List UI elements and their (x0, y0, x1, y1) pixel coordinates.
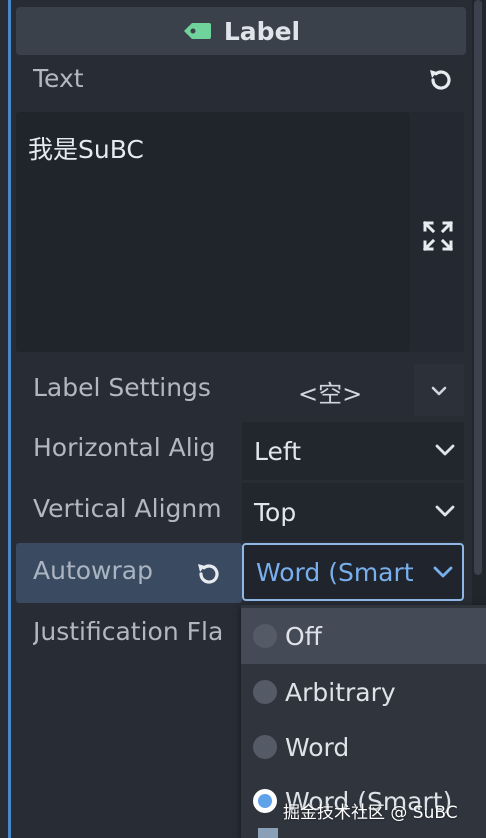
horizontal-alignment-value: Left (254, 436, 302, 466)
text-editor[interactable]: 我是SuBC (16, 112, 410, 352)
autowrap-label: Autowrap (33, 556, 153, 585)
tag-icon (183, 23, 211, 39)
horizontal-alignment-label: Horizontal Alig (33, 433, 216, 462)
revert-icon[interactable] (426, 66, 454, 94)
revert-icon[interactable] (194, 560, 222, 588)
chevron-down-icon (435, 505, 455, 517)
label-settings-value[interactable]: <空> (298, 374, 362, 409)
menu-item-off[interactable]: Off (241, 608, 486, 664)
inspector-panel: Label Text 我是SuBC Label Settings <空> Hor… (0, 0, 486, 838)
label-settings-label: Label Settings (33, 373, 211, 402)
menu-item-label: Arbitrary (285, 677, 396, 707)
autowrap-value: Word (Smart (256, 557, 414, 587)
menu-item-label: Word (285, 732, 350, 762)
text-value: 我是SuBC (28, 135, 144, 164)
label-settings-dropdown[interactable] (414, 364, 464, 416)
node-header: Label (16, 7, 466, 55)
scrollbar-thumb[interactable] (474, 0, 482, 575)
radio-icon (253, 680, 277, 704)
chevron-down-icon (433, 566, 453, 578)
menu-item-word[interactable]: Word (241, 719, 486, 775)
expand-icon[interactable] (422, 220, 454, 252)
menu-item-label: Off (285, 621, 322, 651)
menu-item-arbitrary[interactable]: Arbitrary (241, 664, 486, 720)
radio-checked-icon (253, 789, 277, 813)
partial-row (258, 828, 278, 838)
radio-icon (253, 624, 277, 648)
vertical-alignment-value: Top (254, 497, 297, 527)
chevron-down-icon (431, 386, 447, 396)
chevron-down-icon (435, 444, 455, 456)
horizontal-alignment-dropdown[interactable]: Left (242, 422, 464, 480)
justification-flags-label: Justification Fla (33, 617, 224, 646)
autowrap-dropdown[interactable]: Word (Smart (242, 543, 464, 601)
text-label: Text (33, 64, 84, 93)
vertical-alignment-dropdown[interactable]: Top (242, 483, 464, 541)
left-rule (8, 0, 11, 838)
watermark: 掘金技术社区 @ SuBC (283, 803, 458, 823)
vertical-alignment-label: Vertical Alignm (33, 494, 222, 523)
header-title: Label (223, 16, 301, 46)
radio-icon (253, 735, 277, 759)
